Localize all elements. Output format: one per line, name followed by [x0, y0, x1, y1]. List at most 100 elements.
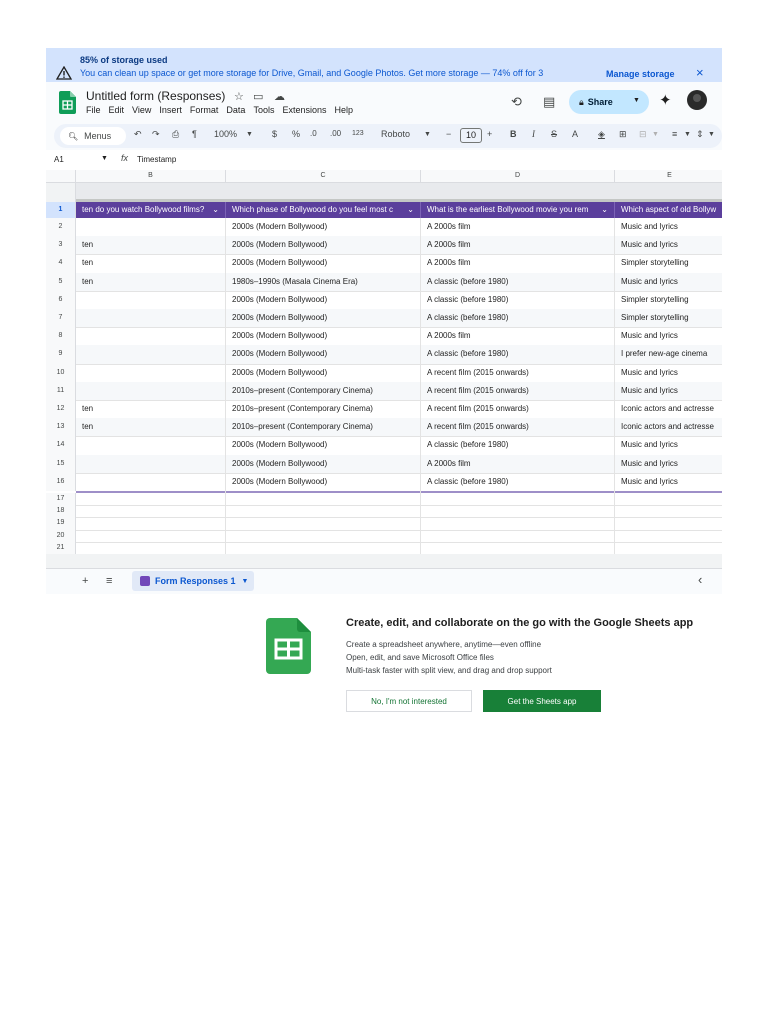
- row-header[interactable]: 12: [46, 400, 76, 419]
- table-cell[interactable]: A recent film (2015 onwards): [421, 400, 615, 418]
- borders-icon[interactable]: ⊞: [619, 129, 627, 140]
- increase-decimal-button[interactable]: .00: [330, 129, 341, 138]
- row-header[interactable]: 20: [46, 529, 76, 542]
- zoom-dropdown-icon[interactable]: ▼: [246, 131, 253, 138]
- table-cell[interactable]: [76, 473, 226, 491]
- chevron-down-icon[interactable]: ⌄: [601, 202, 608, 218]
- table-cell[interactable]: [76, 218, 226, 236]
- scroll-left-icon[interactable]: ‹: [698, 572, 702, 587]
- column-header-d[interactable]: D: [421, 170, 615, 183]
- chevron-down-icon[interactable]: ▼: [633, 97, 640, 104]
- table-cell[interactable]: A classic (before 1980): [421, 436, 615, 454]
- zoom-select[interactable]: 100%: [214, 129, 237, 139]
- table-cell[interactable]: A classic (before 1980): [421, 309, 615, 327]
- table-cell[interactable]: A classic (before 1980): [421, 273, 615, 291]
- menu-edit[interactable]: Edit: [109, 105, 125, 115]
- table-cell[interactable]: Simpler storytelling: [615, 291, 722, 309]
- chevron-down-icon[interactable]: ⌄: [212, 202, 219, 218]
- row-header[interactable]: 14: [46, 436, 76, 455]
- menu-extensions[interactable]: Extensions: [282, 105, 326, 115]
- table-cell[interactable]: 2010s–present (Contemporary Cinema): [226, 382, 421, 400]
- header-cell-c[interactable]: Which phase of Bollywood do you feel mos…: [226, 202, 421, 218]
- table-cell[interactable]: 1980s–1990s (Masala Cinema Era): [226, 273, 421, 291]
- close-icon[interactable]: ×: [696, 66, 704, 79]
- table-cell[interactable]: ten: [76, 254, 226, 272]
- align-dropdown-icon[interactable]: ▼: [684, 131, 691, 138]
- star-icon[interactable]: ☆: [234, 90, 244, 103]
- table-cell[interactable]: A classic (before 1980): [421, 345, 615, 363]
- table-cell[interactable]: A recent film (2015 onwards): [421, 418, 615, 436]
- table-cell[interactable]: [76, 382, 226, 400]
- share-button[interactable]: 🔒︎ Share ▼: [569, 90, 649, 114]
- sheet-tab-form-responses-1[interactable]: Form Responses 1 ▼: [132, 571, 254, 591]
- table-cell[interactable]: 2000s (Modern Bollywood): [226, 291, 421, 309]
- column-header-c[interactable]: C: [226, 170, 421, 183]
- table-cell[interactable]: A 2000s film: [421, 455, 615, 473]
- table-cell[interactable]: Music and lyrics: [615, 364, 722, 382]
- table-cell[interactable]: A 2000s film: [421, 254, 615, 272]
- table-cell[interactable]: [76, 327, 226, 345]
- row-header[interactable]: 7: [46, 309, 76, 328]
- menu-view[interactable]: View: [132, 105, 151, 115]
- table-cell[interactable]: [76, 436, 226, 454]
- table-cell[interactable]: ten: [76, 400, 226, 418]
- table-cell[interactable]: 2010s–present (Contemporary Cinema): [226, 418, 421, 436]
- italic-button[interactable]: I: [532, 129, 535, 139]
- row-header[interactable]: 21: [46, 541, 76, 554]
- menu-format[interactable]: Format: [190, 105, 219, 115]
- table-cell[interactable]: [76, 364, 226, 382]
- vertical-align-dropdown-icon[interactable]: ▼: [708, 131, 715, 138]
- table-cell[interactable]: A 2000s film: [421, 218, 615, 236]
- print-icon[interactable]: ⎙: [172, 129, 179, 140]
- table-cell[interactable]: I prefer new-age cinema: [615, 345, 722, 363]
- paint-format-icon[interactable]: ¶: [192, 129, 197, 139]
- row-header[interactable]: 9: [46, 345, 76, 364]
- header-cell-d[interactable]: What is the earliest Bollywood movie you…: [421, 202, 615, 218]
- row-header[interactable]: 10: [46, 363, 76, 382]
- select-all-corner[interactable]: [46, 170, 76, 183]
- table-cell[interactable]: 2000s (Modern Bollywood): [226, 218, 421, 236]
- table-cell[interactable]: ten: [76, 236, 226, 254]
- table-cell[interactable]: [76, 291, 226, 309]
- font-size-increase[interactable]: +: [487, 129, 492, 139]
- move-folder-icon[interactable]: ▭: [253, 90, 263, 103]
- table-cell[interactable]: A recent film (2015 onwards): [421, 364, 615, 382]
- table-cell[interactable]: Iconic actors and actresse: [615, 400, 722, 418]
- table-cell[interactable]: Music and lyrics: [615, 436, 722, 454]
- row-header[interactable]: 8: [46, 327, 76, 346]
- history-icon[interactable]: ⟲: [511, 94, 522, 110]
- align-left-icon[interactable]: ≡: [672, 129, 677, 139]
- undo-icon[interactable]: ↶: [134, 129, 142, 140]
- fill-color-icon[interactable]: ◈: [598, 129, 605, 140]
- table-cell[interactable]: Music and lyrics: [615, 473, 722, 491]
- table-cell[interactable]: A 2000s film: [421, 327, 615, 345]
- font-select[interactable]: Roboto: [381, 129, 410, 139]
- formula-input[interactable]: Timestamp: [137, 155, 176, 164]
- table-cell[interactable]: A classic (before 1980): [421, 291, 615, 309]
- comments-icon[interactable]: ▤: [543, 94, 555, 110]
- get-app-button[interactable]: Get the Sheets app: [483, 690, 601, 712]
- table-cell[interactable]: Iconic actors and actresse: [615, 418, 722, 436]
- table-cell[interactable]: ten: [76, 273, 226, 291]
- add-sheet-icon[interactable]: +: [82, 575, 88, 587]
- merge-cells-icon[interactable]: ⊟: [639, 129, 647, 140]
- font-dropdown-icon[interactable]: ▼: [424, 131, 431, 138]
- row-header[interactable]: 17: [46, 493, 76, 506]
- font-size-input[interactable]: 10: [460, 128, 482, 143]
- table-cell[interactable]: 2000s (Modern Bollywood): [226, 345, 421, 363]
- table-cell[interactable]: 2000s (Modern Bollywood): [226, 254, 421, 272]
- sheets-logo-icon[interactable]: [59, 91, 76, 114]
- name-box-dropdown-icon[interactable]: ▼: [101, 155, 108, 162]
- table-cell[interactable]: Music and lyrics: [615, 236, 722, 254]
- number-format-button[interactable]: 123: [352, 130, 364, 137]
- row-header[interactable]: 13: [46, 418, 76, 437]
- menu-data[interactable]: Data: [226, 105, 245, 115]
- row-header[interactable]: 1: [46, 202, 76, 218]
- table-cell[interactable]: 2000s (Modern Bollywood): [226, 364, 421, 382]
- redo-icon[interactable]: ↷: [152, 129, 160, 140]
- chevron-down-icon[interactable]: ▼: [242, 578, 249, 585]
- table-cell[interactable]: A classic (before 1980): [421, 473, 615, 491]
- table-cell[interactable]: Simpler storytelling: [615, 254, 722, 272]
- table-cell[interactable]: Music and lyrics: [615, 327, 722, 345]
- table-cell[interactable]: Music and lyrics: [615, 273, 722, 291]
